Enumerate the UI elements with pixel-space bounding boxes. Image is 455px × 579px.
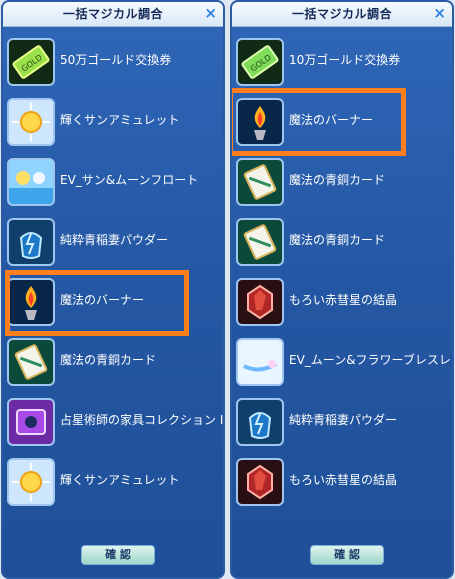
magic-burner-icon xyxy=(7,278,55,326)
list-item[interactable]: もろい赤彗星の結晶 xyxy=(232,452,452,512)
red-comet-crystal-icon xyxy=(236,458,284,506)
item-label: 魔法の青銅カード xyxy=(289,233,386,247)
list-item[interactable]: もろい赤彗星の結晶 xyxy=(232,272,452,332)
item-label: 魔法の青銅カード xyxy=(60,353,157,367)
item-label: EV_サン&ムーンフロート xyxy=(60,173,199,187)
item-label: 輝くサンアミュレット xyxy=(60,473,180,487)
item-label: 魔法の青銅カード xyxy=(289,173,386,187)
close-icon[interactable]: × xyxy=(204,4,217,22)
item-label: EV_ムーン&フラワーブレスレット_M xyxy=(289,353,452,367)
red-comet-crystal-icon xyxy=(236,278,284,326)
bronze-card-icon xyxy=(7,338,55,386)
list-item[interactable]: EV_ムーン&フラワーブレスレット_M xyxy=(232,332,452,392)
gold-ticket-icon: GOLD xyxy=(236,38,284,86)
list-item[interactable]: 純粋青稲妻パウダー xyxy=(3,212,223,272)
item-label: 純粋青稲妻パウダー xyxy=(60,233,169,247)
item-label: 純粋青稲妻パウダー xyxy=(289,413,398,427)
title-bar: 一括マジカル調合 × xyxy=(232,2,452,27)
sun-moon-float-icon xyxy=(7,158,55,206)
close-icon[interactable]: × xyxy=(433,4,446,22)
sun-amulet-icon xyxy=(7,458,55,506)
item-label: 占星術師の家具コレクション II xyxy=(60,413,225,427)
item-label: 10万ゴールド交換券 xyxy=(289,53,401,67)
right-panel: 一括マジカル調合 × GOLD 10万ゴールド交換券 魔法のバーナー 魔法の青銅… xyxy=(230,0,454,579)
panel-title: 一括マジカル調合 xyxy=(291,7,392,21)
gold-ticket-icon: GOLD xyxy=(7,38,55,86)
item-label: もろい赤彗星の結晶 xyxy=(289,473,398,487)
sun-amulet-icon xyxy=(7,98,55,146)
list-item[interactable]: 純粋青稲妻パウダー xyxy=(232,392,452,452)
list-item[interactable]: 魔法の青銅カード xyxy=(232,152,452,212)
left-panel: 一括マジカル調合 × GOLD 50万ゴールド交換券 輝くサンアミュレット EV… xyxy=(1,0,225,579)
magic-burner-icon xyxy=(236,98,284,146)
list-item[interactable]: EV_サン&ムーンフロート xyxy=(3,152,223,212)
confirm-button[interactable]: 確 認 xyxy=(310,545,384,565)
bronze-card-icon xyxy=(236,158,284,206)
list-item[interactable]: 輝くサンアミュレット xyxy=(3,92,223,152)
blue-lightning-powder-icon xyxy=(7,218,55,266)
item-list: GOLD 10万ゴールド交換券 魔法のバーナー 魔法の青銅カード 魔法の青銅カー… xyxy=(232,32,452,512)
list-item[interactable]: GOLD 50万ゴールド交換券 xyxy=(3,32,223,92)
item-label: 輝くサンアミュレット xyxy=(60,113,180,127)
item-label: 魔法のバーナー xyxy=(289,113,374,127)
list-item[interactable]: 魔法の青銅カード xyxy=(3,332,223,392)
bronze-card-icon xyxy=(236,218,284,266)
confirm-button[interactable]: 確 認 xyxy=(81,545,155,565)
moon-flower-bracelet-icon xyxy=(236,338,284,386)
list-item[interactable]: 魔法のバーナー xyxy=(3,272,223,332)
list-item[interactable]: 魔法のバーナー xyxy=(232,92,452,152)
blue-lightning-powder-icon xyxy=(236,398,284,446)
list-item[interactable]: 占星術師の家具コレクション II xyxy=(3,392,223,452)
item-label: 魔法のバーナー xyxy=(60,293,145,307)
list-item[interactable]: 輝くサンアミュレット xyxy=(3,452,223,512)
astrologer-furniture-icon xyxy=(7,398,55,446)
panel-title: 一括マジカル調合 xyxy=(62,7,163,21)
list-item[interactable]: 魔法の青銅カード xyxy=(232,212,452,272)
title-bar: 一括マジカル調合 × xyxy=(3,2,223,27)
list-item[interactable]: GOLD 10万ゴールド交換券 xyxy=(232,32,452,92)
item-label: 50万ゴールド交換券 xyxy=(60,53,172,67)
item-list: GOLD 50万ゴールド交換券 輝くサンアミュレット EV_サン&ムーンフロート… xyxy=(3,32,223,512)
item-label: もろい赤彗星の結晶 xyxy=(289,293,398,307)
